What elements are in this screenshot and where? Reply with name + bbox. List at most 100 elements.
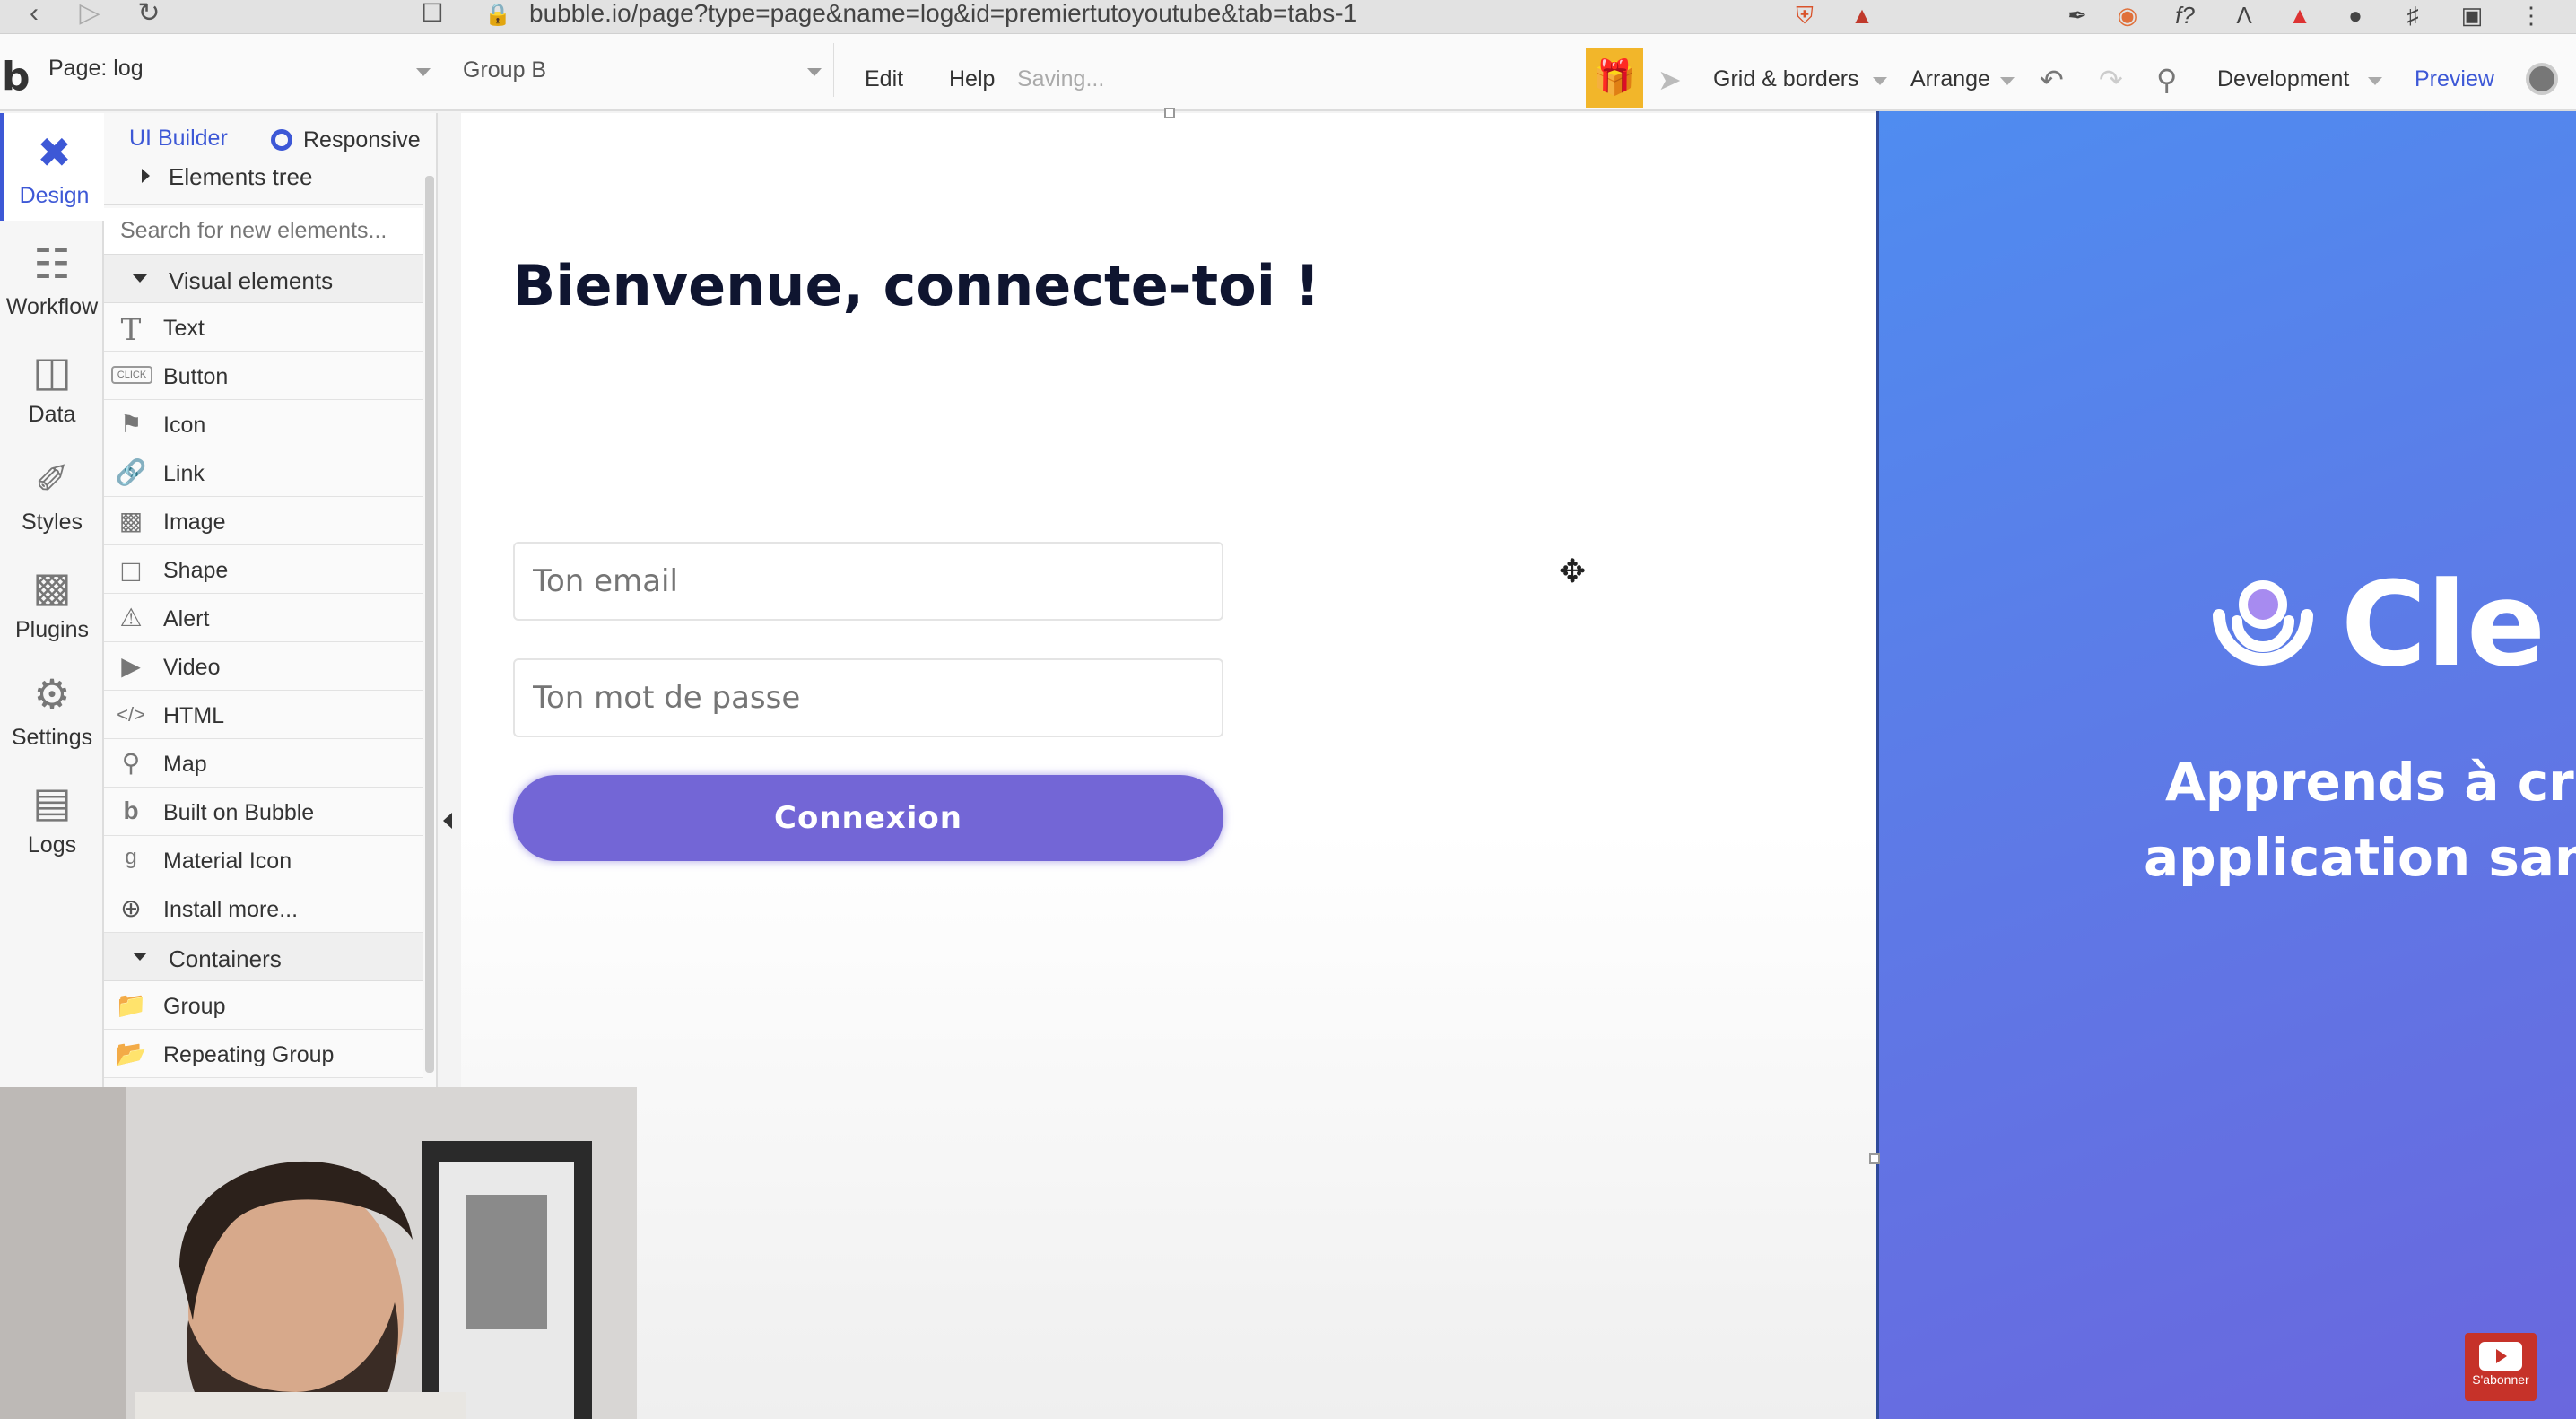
element-item-install-more[interactable]: ⊕ Install more... [104, 884, 423, 933]
element-item-link[interactable]: 🔗 Link [104, 448, 423, 497]
brand-name: Cle [2341, 556, 2546, 692]
element-item-group[interactable]: 📁 Group [104, 981, 423, 1030]
design-icon: ✖ [37, 129, 72, 176]
menu-icon[interactable]: ⋮ [2517, 2, 2546, 29]
rail-design[interactable]: ✖ Design [0, 113, 104, 221]
bookmark-icon[interactable]: ☐ [414, 0, 450, 30]
button-icon: CLICK [111, 366, 152, 384]
link-icon: 🔗 [115, 458, 147, 486]
folder-icon: 📁 [115, 991, 147, 1019]
element-selector-label: Group B [463, 57, 547, 83]
extension-red-icon[interactable]: ▲ [2285, 2, 2314, 29]
responsive-icon [271, 129, 292, 151]
plus-icon: ⊕ [120, 894, 142, 922]
element-item-alert[interactable]: ⚠ Alert [104, 594, 423, 642]
collapse-panel-icon[interactable] [443, 813, 452, 829]
extension-fox-icon[interactable]: ◉ [2113, 2, 2142, 29]
element-item-repeating-group[interactable]: 📂 Repeating Group [104, 1030, 423, 1078]
rail-plugins[interactable]: ▩ Plugins [0, 547, 104, 655]
element-item-html[interactable]: </> HTML [104, 691, 423, 739]
element-item-material-icon[interactable]: g Material Icon [104, 836, 423, 884]
element-item-label: Video [163, 655, 221, 680]
rewards-icon[interactable]: ▲ [1848, 2, 1876, 29]
element-item-video[interactable]: ▶ Video [104, 642, 423, 691]
element-selector[interactable]: Group B [448, 43, 834, 97]
gift-button[interactable]: 🎁 [1586, 48, 1643, 108]
panel-scrollbar[interactable] [425, 176, 434, 1073]
containers-header[interactable]: Containers [104, 933, 423, 981]
bubble-icon: b [123, 797, 139, 824]
elements-tree-label: Elements tree [169, 163, 313, 190]
redo-icon[interactable]: ↷ [2099, 63, 2123, 97]
bell-icon: ⚠ [119, 604, 143, 631]
element-item-map[interactable]: ⚲ Map [104, 739, 423, 788]
material-icon: g [125, 845, 137, 869]
element-item-label: Button [163, 364, 229, 389]
element-item-image[interactable]: ▩ Image [104, 497, 423, 545]
extension-font-icon[interactable]: f? [2171, 2, 2199, 29]
rail-styles[interactable]: ✐ Styles [0, 440, 104, 547]
section-label: Visual elements [169, 267, 334, 294]
arrange-menu[interactable]: Arrange [1910, 66, 1990, 92]
wallet-icon[interactable]: ▣ [2458, 2, 2486, 29]
search-elements-input[interactable] [104, 208, 423, 255]
reload-icon[interactable]: ↻ [131, 0, 167, 30]
element-item-icon[interactable]: ⚑ Icon [104, 400, 423, 448]
email-field[interactable] [513, 542, 1223, 621]
resize-handle[interactable] [1164, 108, 1175, 118]
text-icon: T [120, 312, 142, 348]
brave-shield-icon[interactable]: ⛨ [1790, 2, 1819, 29]
element-item-text[interactable]: T Text [104, 303, 423, 352]
pin-icon: ⚲ [121, 749, 141, 777]
element-item-label: Icon [163, 413, 206, 438]
subscribe-button[interactable]: S'abonner [2465, 1333, 2537, 1401]
folders-icon: 📂 [115, 1040, 147, 1067]
page-title[interactable]: Bienvenue, connecte-toi ! [513, 253, 1320, 318]
environment-selector[interactable]: Development [2217, 66, 2349, 92]
search-icon[interactable]: ⚲ [2156, 63, 2177, 97]
element-item-label: HTML [163, 703, 225, 728]
extension-eyedropper-icon[interactable]: ✒ [2063, 2, 2092, 29]
rail-data[interactable]: ◫ Data [0, 332, 104, 440]
element-item-label: Built on Bubble [163, 800, 315, 825]
shape-icon: □ [121, 554, 141, 588]
chevron-down-icon [2368, 77, 2382, 85]
chevron-right-icon [142, 169, 150, 183]
rail-logs[interactable]: ▤ Logs [0, 762, 104, 870]
rail-settings[interactable]: ⚙ Settings [0, 655, 104, 762]
data-icon: ◫ [32, 348, 72, 395]
bubble-logo-icon[interactable]: b [2, 54, 30, 100]
section-label: Containers [169, 945, 282, 972]
resize-handle[interactable] [1869, 1153, 1880, 1164]
elements-tree-toggle[interactable]: Elements tree [104, 156, 423, 205]
undo-icon[interactable]: ↶ [2040, 63, 2064, 97]
login-button[interactable]: Connexion [513, 775, 1223, 861]
page-selector[interactable]: Page: log [36, 43, 439, 97]
forward-icon[interactable]: ▷ [72, 0, 108, 30]
extension-drop-icon[interactable]: ● [2341, 2, 2370, 29]
rail-label: Settings [11, 725, 93, 750]
element-item-button[interactable]: CLICK Button [104, 352, 423, 400]
rail-label: Plugins [15, 617, 89, 642]
back-icon[interactable]: ‹ [16, 0, 52, 30]
puzzle-icon[interactable]: ♯ [2398, 2, 2427, 29]
visual-elements-header[interactable]: Visual elements [104, 255, 423, 303]
element-item-built-on-bubble[interactable]: b Built on Bubble [104, 788, 423, 836]
preview-button[interactable]: Preview [2415, 66, 2494, 92]
chevron-down-icon [416, 68, 431, 76]
user-avatar-icon[interactable] [2526, 63, 2558, 95]
pointer-icon[interactable]: ➤ [1658, 63, 1682, 97]
help-menu[interactable]: Help [949, 66, 995, 92]
element-item-label: Repeating Group [163, 1042, 335, 1067]
tab-responsive[interactable]: Responsive [303, 127, 421, 153]
password-field[interactable] [513, 658, 1223, 737]
plugins-icon: ▩ [32, 563, 72, 610]
tab-ui-builder[interactable]: UI Builder [129, 126, 228, 152]
grid-borders-menu[interactable]: Grid & borders [1713, 66, 1859, 92]
lock-icon: 🔒 [484, 3, 511, 27]
element-item-shape[interactable]: □ Shape [104, 545, 423, 594]
edit-menu[interactable]: Edit [865, 66, 903, 92]
address-bar[interactable]: bubble.io/page?type=page&name=log&id=pre… [529, 0, 1357, 30]
extension-triangle-icon[interactable]: Λ [2230, 2, 2258, 29]
rail-workflow[interactable]: ☷ Workflow [0, 224, 104, 332]
